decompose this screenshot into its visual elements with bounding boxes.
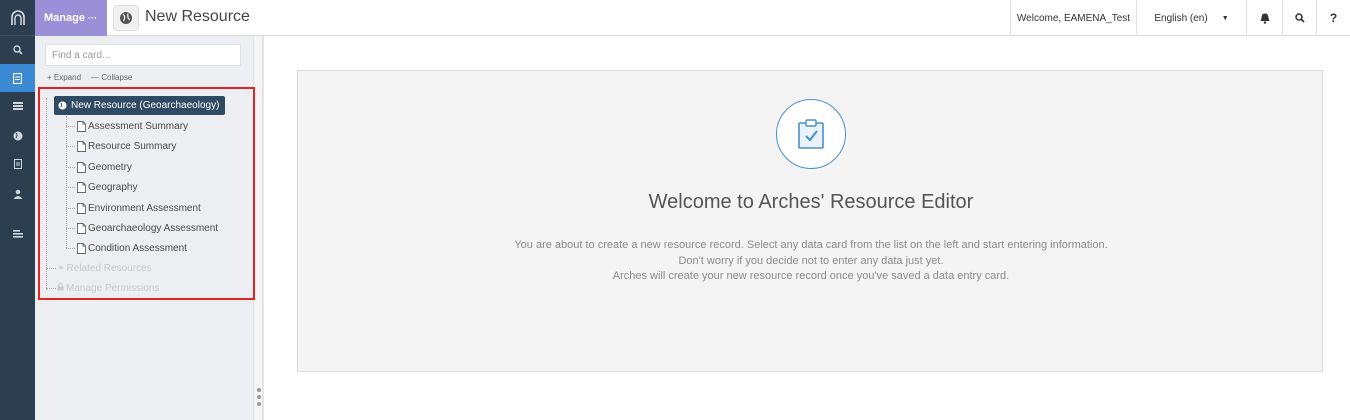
- welcome-title: Welcome to Arches' Resource Editor: [648, 191, 974, 213]
- resource-globe-icon: [113, 5, 139, 31]
- notifications-bell-icon[interactable]: [1246, 0, 1282, 36]
- menu-icon[interactable]: [0, 220, 35, 248]
- clipboard-check-icon: [776, 99, 846, 169]
- caret-down-icon: ▼: [1221, 14, 1229, 22]
- top-bar: Manage ··· New Resource Welcome, EAMENA_…: [35, 0, 1350, 36]
- reports-icon[interactable]: [0, 150, 35, 178]
- welcome-user[interactable]: Welcome, EAMENA_Test: [1010, 0, 1136, 36]
- welcome-line-2: Don't worry if you decide not to enter a…: [678, 255, 944, 267]
- expand-button[interactable]: + Expand: [47, 73, 81, 82]
- find-card-input[interactable]: [45, 44, 241, 66]
- globe-icon[interactable]: [0, 122, 35, 150]
- manage-dots: ···: [87, 13, 97, 23]
- welcome-card: Welcome to Arches' Resource Editor You a…: [297, 70, 1323, 372]
- language-label: English (en): [1154, 12, 1208, 24]
- help-button[interactable]: ?: [1316, 0, 1350, 36]
- welcome-user-label: Welcome, EAMENA_Test: [1016, 12, 1131, 24]
- welcome-line-1: You are about to create a new resource r…: [514, 239, 1108, 251]
- main-content: Welcome to Arches' Resource Editor You a…: [263, 36, 1350, 420]
- tree-actions: + Expand — Collapse: [47, 73, 132, 82]
- page-title: New Resource: [145, 8, 250, 25]
- list-icon[interactable]: [0, 92, 35, 120]
- resource-editor-icon[interactable]: [0, 64, 35, 92]
- drag-handle-icon: [257, 388, 261, 409]
- help-label: ?: [1329, 11, 1338, 25]
- search-icon[interactable]: [0, 36, 35, 64]
- app-window: Manage ··· New Resource Welcome, EAMENA_…: [0, 0, 1350, 420]
- manage-label: Manage: [44, 12, 85, 24]
- search-icon[interactable]: [1282, 0, 1316, 36]
- welcome-line-3: Arches will create your new resource rec…: [612, 270, 1010, 282]
- language-dropdown[interactable]: English (en) ▼: [1136, 0, 1246, 36]
- nav-rail: [0, 0, 35, 420]
- arches-logo-icon[interactable]: [0, 0, 35, 36]
- manage-button[interactable]: Manage ···: [35, 0, 107, 36]
- highlight-box: [38, 87, 255, 300]
- collapse-button[interactable]: — Collapse: [91, 73, 132, 82]
- user-icon[interactable]: [0, 180, 35, 208]
